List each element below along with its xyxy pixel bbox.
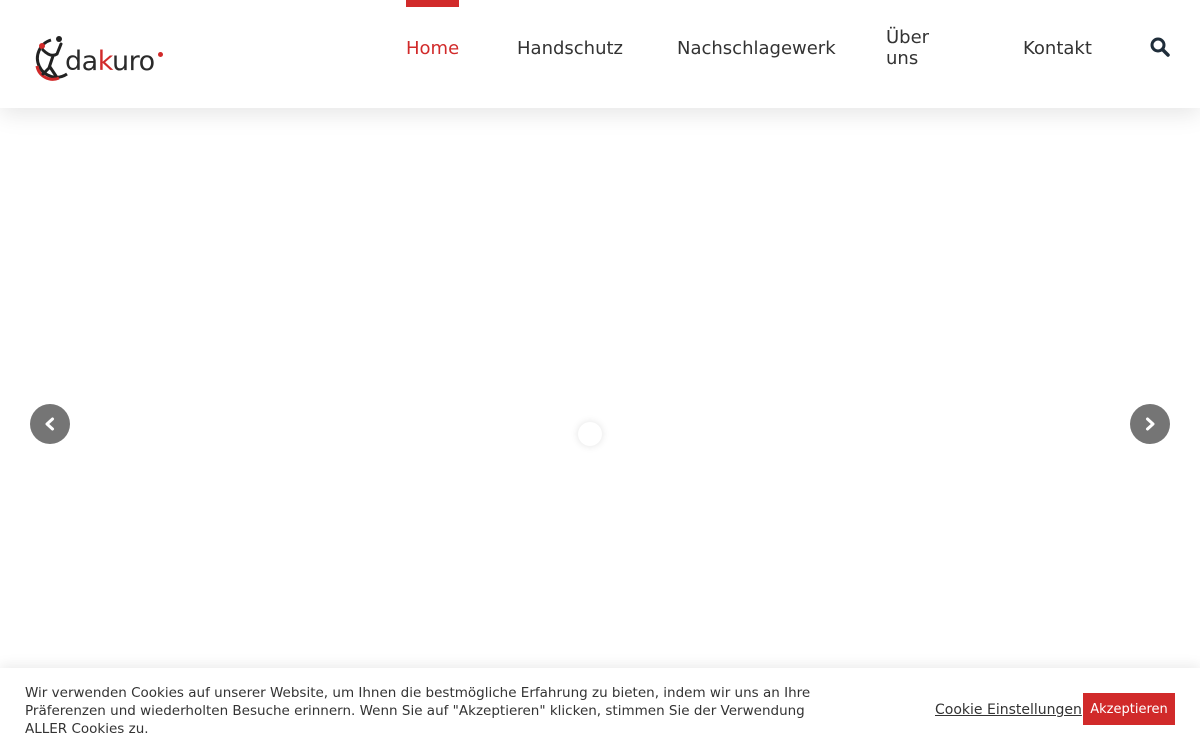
- logo-wordmark: dakuro: [65, 46, 163, 77]
- cookie-settings-link[interactable]: Cookie Einstellungen: [935, 702, 1082, 718]
- cookie-accept-button[interactable]: Akzeptieren: [1083, 693, 1175, 725]
- cookie-message: Wir verwenden Cookies auf unserer Websit…: [25, 685, 811, 737]
- nav-item-handschutz[interactable]: Handschutz: [517, 0, 623, 96]
- nav-item-kontakt[interactable]: Kontakt: [1023, 0, 1092, 96]
- site-header: dakuro Home Handschutz Nachschlagewerk Ü…: [0, 0, 1200, 108]
- nav-item-nachschlagewerk[interactable]: Nachschlagewerk: [677, 0, 836, 96]
- cookie-banner: Wir verwenden Cookies auf unserer Websit…: [0, 668, 1200, 750]
- chevron-right-icon: [1146, 417, 1155, 431]
- nav-item-home[interactable]: Home: [406, 0, 460, 96]
- slider-next-button[interactable]: [1130, 404, 1170, 444]
- search-icon[interactable]: [1150, 37, 1170, 57]
- slider-prev-button[interactable]: [30, 404, 70, 444]
- hero-slider: [0, 108, 1200, 668]
- nav-item-ueber-uns[interactable]: Über uns: [886, 0, 929, 96]
- slider-loading-indicator: [578, 422, 602, 446]
- chevron-left-icon: [45, 417, 54, 431]
- logo[interactable]: dakuro: [29, 32, 163, 86]
